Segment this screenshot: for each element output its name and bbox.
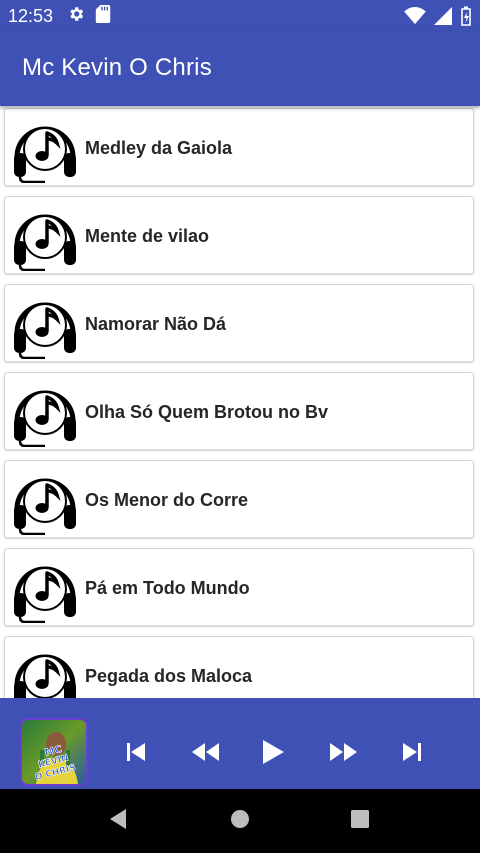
- list-item[interactable]: Olha Só Quem Brotou no Bv: [4, 372, 474, 450]
- status-bar: 12:53: [0, 0, 480, 32]
- home-button[interactable]: [228, 809, 252, 833]
- system-nav-bar: [0, 789, 480, 853]
- song-title: Pegada dos Maloca: [85, 666, 253, 686]
- skip-next-button[interactable]: [392, 734, 432, 774]
- headphones-music-icon: [11, 467, 79, 536]
- song-title: Pá em Todo Mundo: [85, 578, 250, 598]
- home-icon: [229, 808, 251, 835]
- headphones-music-icon: [11, 115, 79, 184]
- fast-forward-button[interactable]: [324, 734, 364, 774]
- fast-forward-icon: [329, 741, 359, 768]
- recents-icon: [349, 808, 371, 835]
- app-bar: Mc Kevin O Chris: [0, 32, 480, 106]
- headphones-music-icon: [11, 203, 79, 272]
- battery-icon: [460, 6, 472, 31]
- album-art[interactable]: MC KEVIN O CHRIS: [22, 720, 86, 784]
- headphones-music-icon: [11, 291, 79, 360]
- list-item[interactable]: Os Menor do Corre: [4, 460, 474, 538]
- song-title: Mente de vilao: [85, 226, 210, 246]
- rewind-button[interactable]: [185, 734, 225, 774]
- song-title: Namorar Não Dá: [85, 314, 227, 334]
- song-list[interactable]: Medley da Gaiola Mente de vilao Namorar …: [0, 106, 480, 698]
- play-icon: [261, 739, 285, 770]
- rewind-icon: [190, 741, 220, 768]
- skip-previous-icon: [125, 741, 147, 768]
- recents-button[interactable]: [348, 809, 372, 833]
- play-button[interactable]: [253, 734, 293, 774]
- back-icon: [108, 808, 128, 835]
- song-title: Medley da Gaiola: [85, 138, 233, 158]
- sd-card-icon: [95, 4, 111, 28]
- list-item[interactable]: Mente de vilao: [4, 196, 474, 274]
- headphones-music-icon: [11, 555, 79, 624]
- status-time: 12:53: [8, 5, 54, 26]
- gear-icon: [67, 5, 85, 28]
- wifi-icon: [404, 7, 426, 30]
- list-item[interactable]: Medley da Gaiola: [4, 108, 474, 186]
- song-title: Os Menor do Corre: [85, 490, 249, 510]
- back-button[interactable]: [106, 808, 130, 835]
- song-title: Olha Só Quem Brotou no Bv: [85, 402, 329, 422]
- app-title: Mc Kevin O Chris: [22, 54, 212, 81]
- list-item[interactable]: Pegada dos Maloca: [4, 636, 474, 698]
- player-bar: MC KEVIN O CHRIS: [0, 698, 480, 789]
- headphones-music-icon: [11, 643, 79, 698]
- headphones-music-icon: [11, 379, 79, 448]
- skip-previous-button[interactable]: [116, 734, 156, 774]
- skip-next-icon: [401, 741, 423, 768]
- list-item[interactable]: Namorar Não Dá: [4, 284, 474, 362]
- signal-icon: [434, 7, 452, 30]
- list-item[interactable]: Pá em Todo Mundo: [4, 548, 474, 626]
